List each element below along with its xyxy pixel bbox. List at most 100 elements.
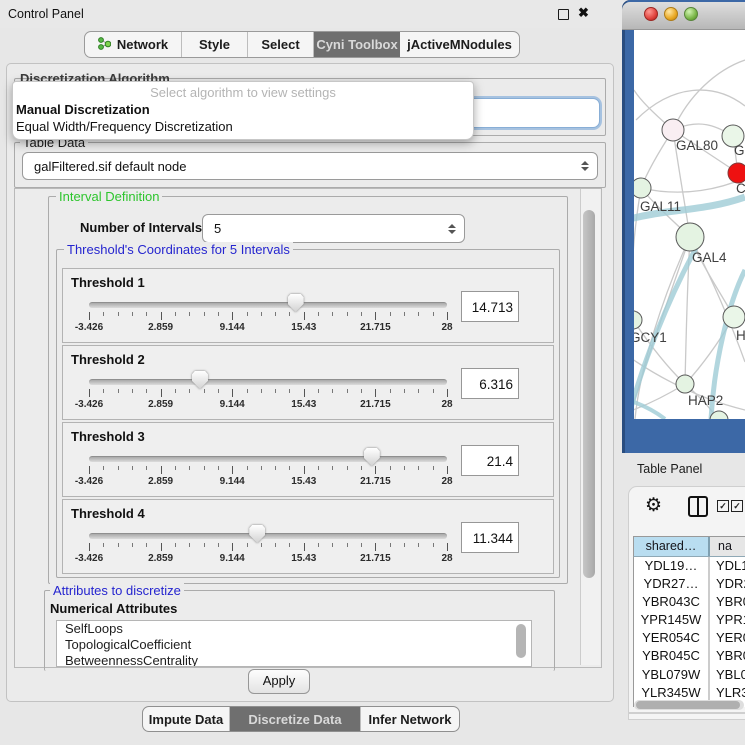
list-item[interactable]: BetweennessCentrality — [57, 653, 531, 667]
threshold-3-slider[interactable]: -3.4262.8599.14415.4321.71528 — [89, 447, 447, 487]
table-horizontal-scrollbar-thumb[interactable] — [636, 701, 740, 709]
threshold-1-slider[interactable]: -3.4262.8599.14415.4321.71528 — [89, 293, 447, 333]
table-data-dropdown[interactable]: galFiltered.sif default node — [22, 152, 598, 180]
slider-thumb[interactable] — [249, 525, 265, 543]
spinner-arrows-icon — [447, 224, 456, 234]
network-node[interactable] — [728, 163, 745, 183]
threshold-1-value-field[interactable]: 14.713 — [461, 291, 519, 322]
scale-label: 21.715 — [360, 553, 391, 564]
tab-jactivemnodules[interactable]: jActiveMNodules — [400, 32, 519, 57]
scale-label: 28 — [441, 399, 452, 410]
apply-button[interactable]: Apply — [248, 669, 310, 694]
scale-label: 15.43 — [291, 322, 316, 333]
thresholds-group-title: Threshold's Coordinates for 5 Intervals — [64, 242, 293, 257]
slider-track[interactable] — [89, 379, 447, 385]
network-node-label: H — [736, 328, 745, 343]
table-row[interactable]: YBR045CYBR0 — [634, 647, 745, 665]
column-header-shared[interactable]: shared… — [634, 537, 710, 556]
cell-shared-name[interactable]: YBL079W — [634, 666, 708, 684]
scale-label: 9.144 — [220, 399, 245, 410]
cell-shared-name[interactable]: YDR27… — [634, 575, 708, 593]
checkbox-icon-1[interactable]: ✓ — [717, 500, 729, 512]
tab-select[interactable]: Select — [248, 32, 314, 57]
cell-shared-name[interactable]: YER054C — [634, 629, 708, 647]
scale-label: 2.859 — [148, 553, 173, 564]
cell-shared-name[interactable]: YDL19… — [634, 557, 708, 575]
gear-icon[interactable]: ⚙ — [645, 494, 662, 517]
dropdown-option-equal-width-frequency[interactable]: Equal Width/Frequency Discretization — [16, 119, 233, 134]
threshold-3-label: Threshold 3 — [71, 429, 145, 444]
threshold-2-value-field[interactable]: 6.316 — [461, 368, 519, 399]
network-node[interactable] — [723, 306, 745, 328]
slider-ticks — [89, 389, 447, 399]
table-row[interactable]: YPR145WYPR1 — [634, 611, 745, 629]
table-row[interactable]: YBR043CYBR0 — [634, 593, 745, 611]
threshold-2-label: Threshold 2 — [71, 352, 145, 367]
network-node[interactable] — [676, 375, 694, 393]
window-minimize-button[interactable] — [664, 7, 678, 21]
cell-shared-name[interactable]: YPR145W — [634, 611, 708, 629]
float-window-icon[interactable] — [558, 9, 569, 20]
dropdown-option-manual-discretization[interactable]: Manual Discretization — [16, 102, 150, 117]
threshold-3-panel: Threshold 3 -3.4262.8599.14415.4321.7152… — [62, 422, 554, 497]
table-row[interactable]: YDR27…YDR2 — [634, 575, 745, 593]
threshold-1-panel: Threshold 1 -3.4262.8599.14415.4321.7152… — [62, 268, 554, 343]
vertical-scrollbar-thumb[interactable] — [583, 210, 595, 578]
close-icon[interactable]: ✖ — [578, 5, 589, 21]
slider-thumb[interactable] — [364, 448, 380, 466]
numerical-attributes-list[interactable]: SelfLoopsTopologicalCoefficientBetweenne… — [56, 620, 532, 667]
cell-shared-name[interactable]: YBR043C — [634, 593, 708, 611]
tab-infer-network[interactable]: Infer Network — [361, 707, 459, 731]
checkbox-icon-2[interactable]: ✓ — [731, 500, 743, 512]
cell-name[interactable]: YBL0 — [708, 666, 745, 684]
cell-name[interactable]: YBR0 — [708, 647, 745, 665]
table-row[interactable]: YBL079WYBL0 — [634, 666, 745, 684]
tab-cyni-toolbox[interactable]: Cyni Toolbox — [314, 32, 400, 57]
cell-name[interactable]: YPR1 — [708, 611, 745, 629]
slider-thumb[interactable] — [192, 371, 208, 389]
slider-track[interactable] — [89, 302, 447, 308]
slider-track[interactable] — [89, 456, 447, 462]
list-item[interactable]: SelfLoops — [57, 621, 531, 637]
network-node-label: G — [734, 143, 745, 158]
table-row[interactable]: YDL19…YDL1 — [634, 557, 745, 575]
cell-name[interactable]: YBR0 — [708, 593, 745, 611]
scale-label: 15.43 — [291, 553, 316, 564]
network-node-label: HAP2 — [688, 393, 723, 408]
scale-label: -3.426 — [75, 476, 103, 487]
tab-discretize-data[interactable]: Discretize Data — [230, 707, 361, 731]
number-of-intervals-spinner[interactable]: 5 — [202, 214, 465, 243]
tab-network[interactable]: Network — [85, 32, 182, 57]
scale-label: -3.426 — [75, 399, 103, 410]
cell-name[interactable]: YER0 — [708, 629, 745, 647]
network-edge[interactable] — [626, 320, 633, 419]
slider-track[interactable] — [89, 533, 447, 539]
tab-impute-data[interactable]: Impute Data — [143, 707, 230, 731]
scale-label: 2.859 — [148, 322, 173, 333]
network-node[interactable] — [676, 223, 704, 251]
slider-scale-labels: -3.4262.8599.14415.4321.71528 — [89, 322, 447, 334]
threshold-4-slider[interactable]: -3.4262.8599.14415.4321.71528 — [89, 524, 447, 564]
network-node[interactable] — [631, 178, 651, 198]
control-panel-tabbar: Network Style Select Cyni Toolbox jActiv… — [84, 31, 520, 58]
scale-label: 21.715 — [360, 476, 391, 487]
slider-thumb[interactable] — [288, 294, 304, 312]
threshold-3-value-field[interactable]: 21.4 — [461, 445, 519, 476]
threshold-2-slider[interactable]: -3.4262.8599.14415.4321.71528 — [89, 370, 447, 410]
tab-cyni-toolbox-label: Cyni Toolbox — [316, 37, 397, 52]
list-item[interactable]: TopologicalCoefficient — [57, 637, 531, 653]
threshold-4-value-field[interactable]: 11.344 — [461, 522, 519, 553]
window-close-button[interactable] — [644, 7, 658, 21]
table-panel-title: Table Panel — [637, 462, 702, 476]
attributes-list-scrollbar-thumb[interactable] — [516, 624, 526, 658]
network-canvas[interactable]: GAL80GCGAL11GAL4GCY1HHAP2 — [622, 30, 745, 419]
cell-shared-name[interactable]: YBR045C — [634, 647, 708, 665]
network-node[interactable] — [624, 311, 642, 329]
cell-name[interactable]: YDR2 — [708, 575, 745, 593]
split-columns-icon[interactable] — [688, 496, 708, 517]
table-row[interactable]: YER054CYER0 — [634, 629, 745, 647]
column-header-name[interactable]: na — [710, 537, 745, 556]
tab-style[interactable]: Style — [182, 32, 248, 57]
cell-name[interactable]: YDL1 — [708, 557, 745, 575]
window-zoom-button[interactable] — [684, 7, 698, 21]
